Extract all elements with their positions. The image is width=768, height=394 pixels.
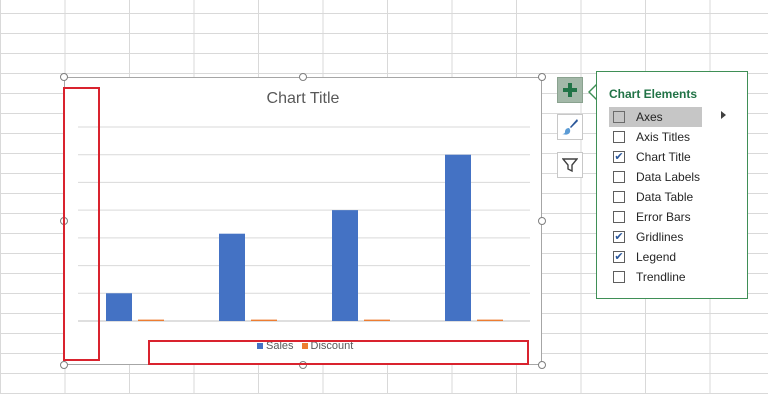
funnel-icon bbox=[562, 158, 578, 173]
resize-handle-middle-right[interactable] bbox=[538, 217, 546, 225]
checkbox-trendline[interactable] bbox=[613, 271, 625, 283]
checkbox-error-bars[interactable] bbox=[613, 211, 625, 223]
option-data-table[interactable]: Data Table bbox=[609, 187, 741, 207]
option-label-gridlines: Gridlines bbox=[636, 230, 684, 244]
chart-filters-button[interactable] bbox=[557, 152, 583, 178]
axes-submenu-arrow-icon[interactable] bbox=[721, 111, 726, 119]
bar-sales-4[interactable] bbox=[445, 154, 471, 321]
bar-sales-2[interactable] bbox=[219, 233, 245, 321]
checkbox-data-labels[interactable] bbox=[613, 171, 625, 183]
paintbrush-icon bbox=[562, 119, 578, 135]
checkbox-data-table[interactable] bbox=[613, 191, 625, 203]
option-error-bars[interactable]: Error Bars bbox=[609, 207, 741, 227]
option-chart-title[interactable]: ✔ Chart Title bbox=[609, 147, 741, 167]
bar-sales-1[interactable] bbox=[106, 293, 132, 321]
option-trendline[interactable]: Trendline bbox=[609, 267, 741, 287]
resize-handle-top-left[interactable] bbox=[60, 73, 68, 81]
plot-area[interactable] bbox=[65, 78, 543, 366]
option-label-error-bars: Error Bars bbox=[636, 210, 691, 224]
annotation-box-horizontal-axis bbox=[148, 340, 529, 365]
option-label-trendline: Trendline bbox=[636, 270, 686, 284]
bar-discount-3[interactable] bbox=[364, 319, 390, 321]
resize-handle-bottom-right[interactable] bbox=[538, 361, 546, 369]
annotation-box-vertical-axis bbox=[63, 87, 100, 361]
resize-handle-top-center[interactable] bbox=[299, 73, 307, 81]
checkbox-chart-title[interactable]: ✔ bbox=[613, 151, 625, 163]
option-axis-titles[interactable]: Axis Titles bbox=[609, 127, 741, 147]
option-label-axis-titles: Axis Titles bbox=[636, 130, 691, 144]
chart-elements-button[interactable] bbox=[557, 77, 583, 103]
chart-styles-button[interactable] bbox=[557, 114, 583, 140]
bar-sales-3[interactable] bbox=[332, 210, 358, 321]
chart-elements-panel[interactable]: Chart Elements Axes Axis Titles ✔ Chart … bbox=[596, 71, 748, 299]
option-label-data-labels: Data Labels bbox=[636, 170, 701, 184]
plus-icon bbox=[563, 83, 577, 97]
chart-title[interactable]: Chart Title bbox=[65, 90, 541, 108]
checkbox-gridlines[interactable]: ✔ bbox=[613, 231, 625, 243]
chart-area[interactable]: Chart Title Sales Discount bbox=[64, 77, 542, 365]
resize-handle-bottom-left[interactable] bbox=[60, 361, 68, 369]
option-label-data-table: Data Table bbox=[636, 190, 694, 204]
option-data-labels[interactable]: Data Labels bbox=[609, 167, 741, 187]
option-label-axes: Axes bbox=[636, 110, 663, 124]
bar-discount-4[interactable] bbox=[477, 319, 503, 321]
checkbox-axis-titles[interactable] bbox=[613, 131, 625, 143]
resize-handle-top-right[interactable] bbox=[538, 73, 546, 81]
bar-discount-1[interactable] bbox=[138, 319, 164, 321]
option-label-legend: Legend bbox=[636, 250, 677, 264]
panel-title: Chart Elements bbox=[609, 87, 698, 101]
option-gridlines[interactable]: ✔ Gridlines bbox=[609, 227, 741, 247]
option-label-chart-title: Chart Title bbox=[636, 150, 691, 164]
checkbox-legend[interactable]: ✔ bbox=[613, 251, 625, 263]
option-legend[interactable]: ✔ Legend bbox=[609, 247, 741, 267]
option-axes[interactable]: Axes bbox=[609, 107, 702, 127]
checkbox-axes[interactable] bbox=[613, 111, 625, 123]
bar-discount-2[interactable] bbox=[251, 319, 277, 321]
